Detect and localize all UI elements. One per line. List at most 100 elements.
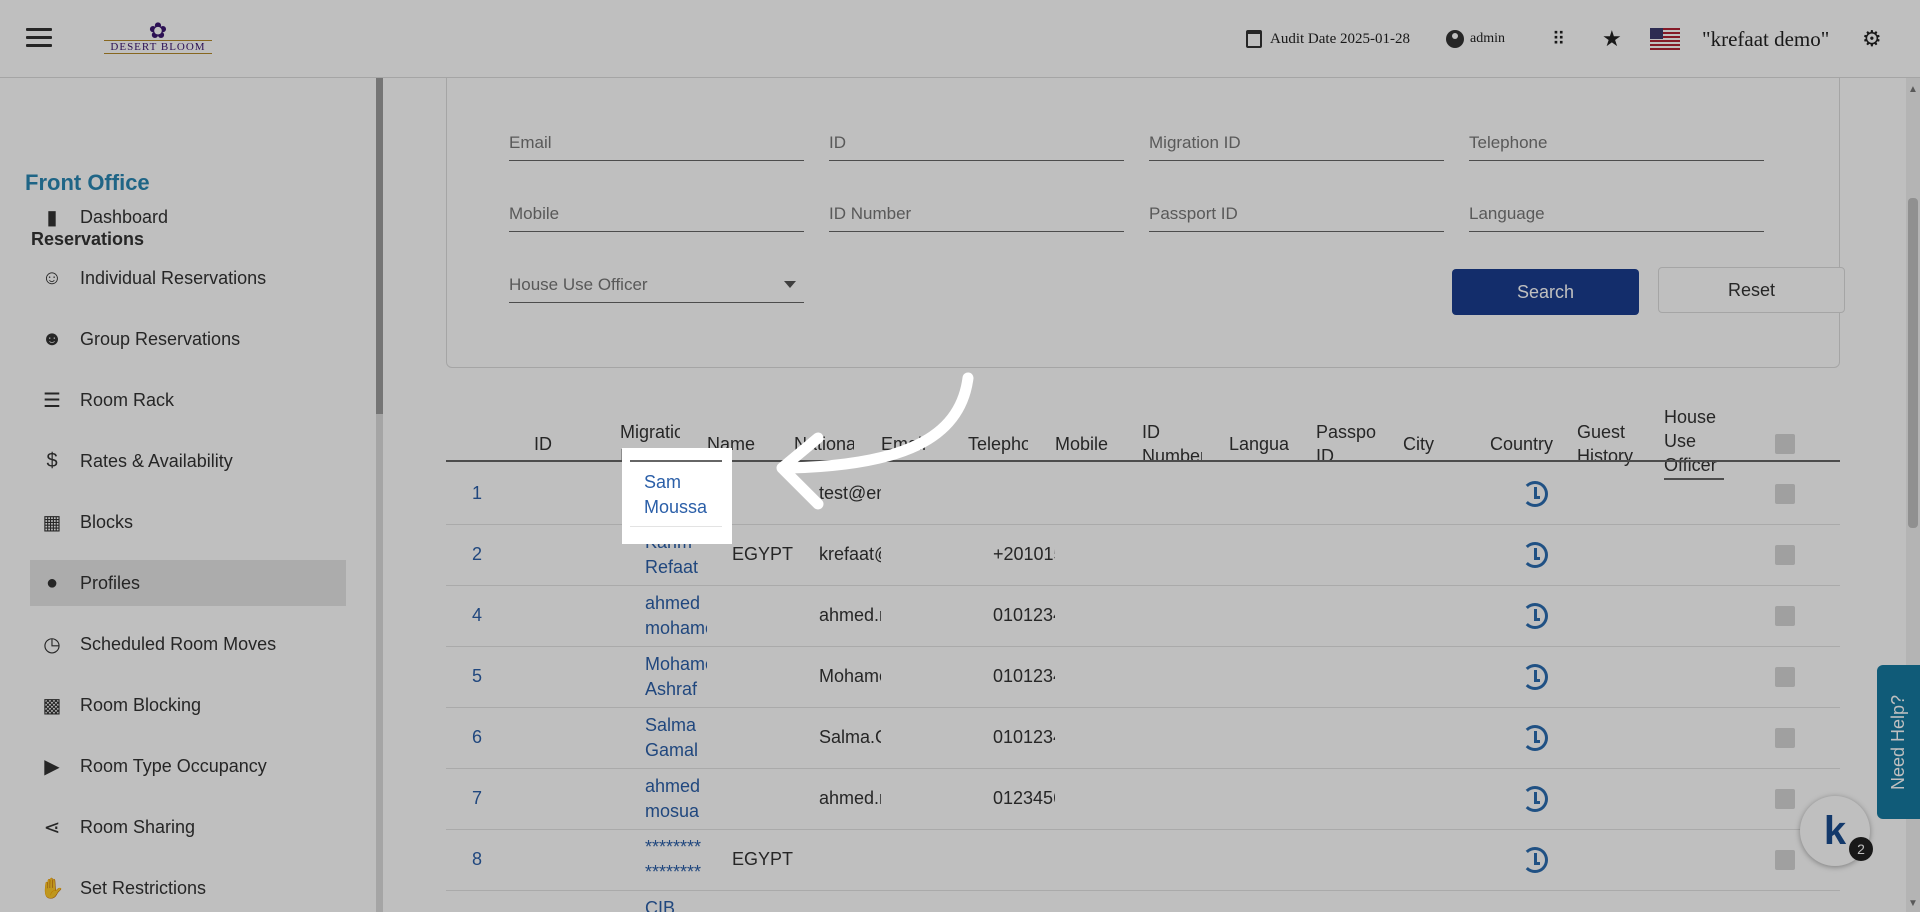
- table-row[interactable]: 2 KarimRefaat EGYPT krefaat@ +201015: [446, 525, 1840, 586]
- table-row[interactable]: CIB: [446, 891, 1840, 912]
- bar-chart-icon: ▮: [46, 206, 58, 229]
- cell-name-last[interactable]: mosua: [645, 799, 707, 824]
- logo-text: DESERT BLOOM: [104, 40, 212, 54]
- col-language[interactable]: Language: [1229, 418, 1289, 470]
- main-scroll-thumb[interactable]: [1908, 198, 1918, 528]
- table-row[interactable]: 4 ahmedmohamed ahmed.m 0101234: [446, 586, 1840, 647]
- col-email[interactable]: Email: [881, 418, 941, 470]
- hotel-name[interactable]: "krefaat demo": [1702, 0, 1829, 78]
- search-button[interactable]: Search: [1452, 269, 1639, 315]
- cell-name-last[interactable]: mohamed: [645, 616, 707, 641]
- table-row[interactable]: 5MohamedAshrafMohamed0101234: [446, 647, 1840, 708]
- sidebar-item-blocks[interactable]: ▦ Blocks: [30, 499, 346, 545]
- star-icon[interactable]: ★: [1602, 0, 1622, 78]
- sidebar-item-set-restrictions[interactable]: ✋ Set Restrictions: [30, 865, 346, 911]
- table-row[interactable]: 1 SamMoussa test@email: [446, 464, 1840, 525]
- apps-icon[interactable]: ⠿: [1552, 0, 1565, 78]
- logo[interactable]: ✿ DESERT BLOOM: [88, 20, 228, 56]
- col-country[interactable]: Country: [1490, 418, 1560, 470]
- language-field[interactable]: Language: [1469, 198, 1764, 232]
- passport-id-label: Passport ID: [1149, 204, 1238, 223]
- sidebar-item-group-reservations[interactable]: ☻ Group Reservations: [30, 316, 346, 362]
- guest-history-icon[interactable]: [1522, 664, 1548, 690]
- row-checkbox[interactable]: [1775, 728, 1795, 748]
- passport-id-field[interactable]: Passport ID: [1149, 198, 1444, 232]
- sidebar-item-dashboard[interactable]: ▮ Dashboard: [30, 194, 346, 240]
- row-checkbox[interactable]: [1775, 545, 1795, 565]
- menu-icon[interactable]: [26, 28, 52, 48]
- cell-name-last[interactable]: Refaat: [645, 555, 707, 580]
- sidebar-item-scheduled-room-moves[interactable]: ◷ Scheduled Room Moves: [30, 621, 346, 667]
- cell-name-first[interactable]: ahmed: [645, 774, 707, 799]
- table-row[interactable]: 7 ahmedmosua ahmed.m 0123456: [446, 769, 1840, 830]
- sidebar-item-room-rack[interactable]: ☰ Room Rack: [30, 377, 346, 423]
- guest-history-icon[interactable]: [1522, 481, 1548, 507]
- guest-history-icon[interactable]: [1522, 725, 1548, 751]
- cell-id[interactable]: 4: [472, 603, 522, 628]
- sidebar-item-profiles[interactable]: ● Profiles: [30, 560, 346, 606]
- col-name[interactable]: Name: [707, 418, 767, 470]
- scroll-down-icon[interactable]: ▼: [1906, 898, 1920, 909]
- col-mobile[interactable]: Mobile: [1055, 418, 1115, 470]
- cell-name-first[interactable]: ********: [645, 835, 707, 860]
- row-checkbox[interactable]: [1775, 667, 1795, 687]
- sidebar-scrollbar[interactable]: [376, 78, 383, 912]
- id-field[interactable]: ID: [829, 127, 1124, 161]
- col-guest-history[interactable]: Guest History: [1577, 418, 1637, 470]
- gear-icon[interactable]: ⚙: [1862, 0, 1882, 78]
- cell-name-last[interactable]: ********: [645, 860, 707, 885]
- col-id-number[interactable]: ID Number: [1142, 418, 1202, 470]
- select-all-checkbox[interactable]: [1775, 434, 1795, 454]
- sidebar-item-room-blocking[interactable]: ▩ Room Blocking: [30, 682, 346, 728]
- cell-id[interactable]: 2: [472, 542, 522, 567]
- sidebar-item-room-sharing[interactable]: ⋖ Room Sharing: [30, 804, 346, 850]
- col-nationality[interactable]: Nationality: [794, 418, 854, 470]
- col-id[interactable]: ID: [534, 418, 594, 470]
- language-flag[interactable]: [1650, 0, 1680, 78]
- table-row[interactable]: 6 SalmaGamal Salma.G 0101234: [446, 708, 1840, 769]
- cell-id[interactable]: 1: [472, 481, 522, 506]
- guest-history-icon[interactable]: [1522, 847, 1548, 873]
- cell-name-last[interactable]: Moussa: [645, 494, 707, 519]
- cell-name-last[interactable]: Gamal: [645, 738, 707, 763]
- id-number-field[interactable]: ID Number: [829, 198, 1124, 232]
- need-help-button[interactable]: Need Help?: [1877, 665, 1920, 819]
- col-city[interactable]: City: [1403, 418, 1463, 470]
- sidebar-item-individual-reservations[interactable]: ☺ Individual Reservations: [30, 255, 346, 301]
- mobile-field[interactable]: Mobile: [509, 198, 804, 232]
- migration-id-field[interactable]: Migration ID: [1149, 127, 1444, 161]
- cell-mobile: +201015: [993, 544, 1055, 564]
- reset-button[interactable]: Reset: [1658, 267, 1845, 313]
- cell-name-first[interactable]: CIB: [645, 896, 707, 912]
- cell-name-last[interactable]: Ashraf: [645, 677, 707, 702]
- guest-history-icon[interactable]: [1522, 603, 1548, 629]
- row-checkbox[interactable]: [1775, 606, 1795, 626]
- cell-id[interactable]: 8: [472, 847, 522, 872]
- row-checkbox[interactable]: [1775, 850, 1795, 870]
- cell-name-first[interactable]: Salma: [645, 713, 707, 738]
- cell-name-first[interactable]: Karim: [645, 530, 707, 555]
- col-telephone[interactable]: Telephone: [968, 418, 1028, 470]
- table-row[interactable]: 8 ******** ******** EGYPT: [446, 830, 1840, 891]
- caret-down-icon: [784, 281, 796, 288]
- scroll-up-icon[interactable]: ▲: [1906, 84, 1920, 95]
- user-menu[interactable]: admin: [1446, 0, 1505, 78]
- guest-history-icon[interactable]: [1522, 786, 1548, 812]
- cell-id[interactable]: 7: [472, 786, 522, 811]
- email-field[interactable]: Email: [509, 127, 804, 161]
- col-passport-id[interactable]: Passport ID: [1316, 418, 1376, 470]
- sidebar-item-room-type-occupancy[interactable]: ▶ Room Type Occupancy: [30, 743, 346, 789]
- telephone-field[interactable]: Telephone: [1469, 127, 1764, 161]
- cell-name-first[interactable]: Sam: [645, 469, 707, 494]
- row-checkbox[interactable]: [1775, 789, 1795, 809]
- guest-history-icon[interactable]: [1522, 542, 1548, 568]
- row-checkbox[interactable]: [1775, 484, 1795, 504]
- col-migration-id[interactable]: Migration ID: [620, 418, 680, 470]
- sidebar-item-rates-availability[interactable]: $ Rates & Availability: [30, 438, 346, 484]
- cell-id[interactable]: 5: [472, 664, 522, 689]
- cell-name-first[interactable]: ahmed: [645, 591, 707, 616]
- sidebar-scroll-thumb[interactable]: [376, 78, 383, 414]
- cell-id[interactable]: 6: [472, 725, 522, 750]
- cell-name-first[interactable]: Mohamed: [645, 652, 707, 677]
- house-use-officer-select[interactable]: House Use Officer: [509, 269, 804, 303]
